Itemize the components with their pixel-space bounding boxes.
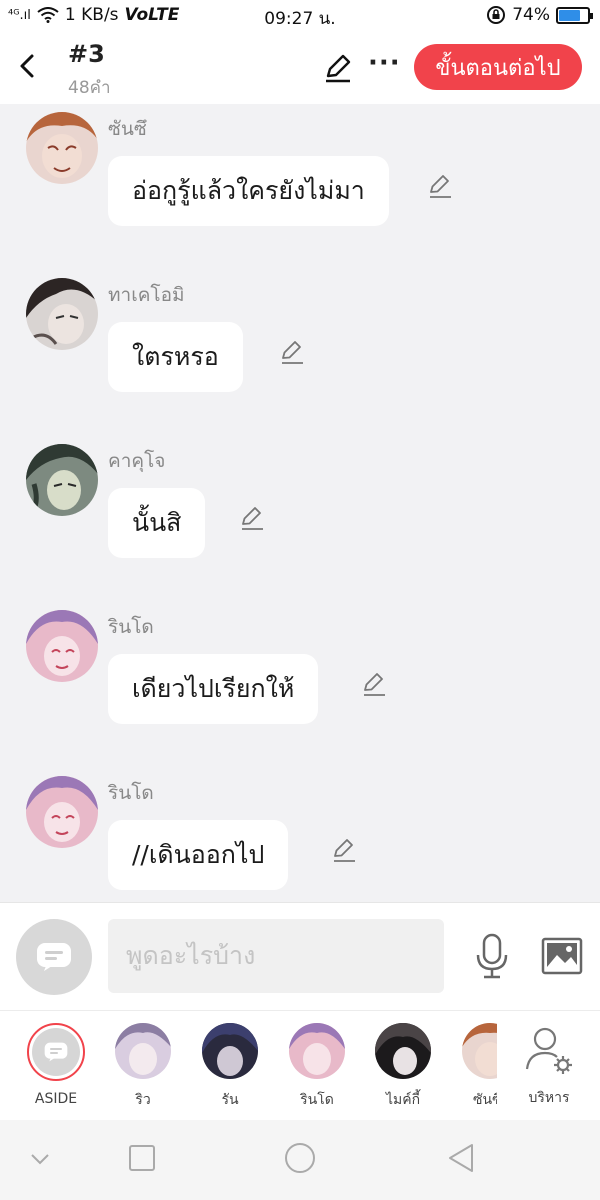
recents-square-icon[interactable] — [128, 1144, 156, 1172]
chat-message: คาคุโจ นั้นสิ — [0, 436, 600, 602]
speaker-name: รินโด — [108, 782, 154, 804]
composer: พูดอะไรบ้าง — [0, 902, 600, 1010]
message-input[interactable]: พูดอะไรบ้าง — [108, 919, 444, 993]
character-name: รินโด — [300, 1092, 334, 1108]
avatar — [202, 1023, 258, 1079]
user-settings-icon — [525, 1027, 572, 1074]
chat-bubble-icon — [44, 1042, 68, 1062]
status-right: 74% — [486, 5, 593, 25]
speaker-name: รินโด — [108, 616, 154, 638]
microphone-icon[interactable] — [474, 933, 510, 981]
pencil-icon[interactable] — [330, 836, 358, 864]
pencil-icon[interactable] — [238, 504, 266, 532]
aside-avatar — [27, 1023, 85, 1081]
battery-icon — [556, 6, 593, 24]
chat-message: ซันซึ อ่อกูรู้แล้วใครยังไม่มา — [0, 104, 600, 270]
pencil-icon[interactable] — [278, 338, 306, 366]
status-bar: ⁴ᴳ.ıl 1 KB/s VoLTE 09:27 น. 74% — [0, 0, 600, 32]
avatar[interactable] — [26, 444, 98, 516]
message-bubble[interactable]: นั้นสิ — [108, 488, 206, 558]
character-name: ซันซึ — [473, 1092, 497, 1108]
pencil-icon[interactable] — [426, 172, 454, 200]
character-aside[interactable]: ASIDE — [21, 1023, 91, 1107]
character-item[interactable]: ซันซึ — [455, 1023, 497, 1111]
character-bar: ASIDE ริว รัน รินโด ไมค์กี้ ซันซึ บริหาร — [0, 1010, 600, 1120]
chevron-left-icon[interactable] — [14, 48, 42, 84]
pencil-icon[interactable] — [360, 670, 388, 698]
next-step-button[interactable]: ขั้นตอนต่อไป — [414, 44, 582, 90]
word-count: 48คำ — [68, 78, 111, 98]
message-bubble[interactable]: //เดินออกไป — [108, 820, 289, 890]
avatar — [115, 1023, 171, 1079]
message-bubble[interactable]: เดียวไปเรียกให้ — [108, 654, 319, 724]
avatar[interactable] — [26, 112, 98, 184]
header: #3 48คำ ··· ขั้นตอนต่อไป — [0, 32, 600, 104]
manage-button[interactable]: บริหาร — [514, 1023, 584, 1109]
battery-percent: 74% — [512, 5, 550, 25]
message-bubble[interactable]: ใตรหรอ — [108, 322, 243, 392]
page-title: #3 — [68, 40, 105, 68]
speaker-name: คาคุโจ — [108, 450, 166, 472]
message-bubble[interactable]: อ่อกูรู้แล้วใครยังไม่มา — [108, 156, 389, 226]
character-name: ไมค์กี้ — [385, 1092, 421, 1108]
character-name: รัน — [221, 1092, 239, 1108]
system-nav-bar — [0, 1120, 600, 1200]
speaker-name: ทาเคโอมิ — [108, 284, 185, 306]
character-name: ASIDE — [34, 1091, 78, 1107]
character-item[interactable]: ไมค์กี้ — [368, 1023, 438, 1111]
chat-message: รินโด //เดินออกไป — [0, 768, 600, 902]
chat-message: ทาเคโอมิ ใตรหรอ — [0, 270, 600, 436]
chat-message: รินโด เดียวไปเรียกให้ — [0, 602, 600, 768]
speaker-name: ซันซึ — [108, 118, 147, 140]
pencil-icon[interactable] — [322, 52, 354, 84]
more-menu-button[interactable]: ··· — [368, 48, 401, 78]
avatar[interactable] — [26, 278, 98, 350]
character-item[interactable]: ริว — [108, 1023, 178, 1111]
chat-bubble-icon — [37, 943, 71, 971]
chat-list[interactable]: ซันซึ อ่อกูรู้แล้วใครยังไม่มา ทาเคโอมิ ใ… — [0, 104, 600, 902]
character-item[interactable]: รินโด — [282, 1023, 352, 1111]
avatar[interactable] — [26, 610, 98, 682]
avatar[interactable] — [26, 776, 98, 848]
home-circle-icon[interactable] — [284, 1142, 316, 1174]
character-name: บริหาร — [528, 1090, 570, 1106]
image-icon[interactable] — [541, 937, 583, 975]
back-triangle-icon[interactable] — [446, 1142, 476, 1174]
character-item[interactable]: รัน — [195, 1023, 265, 1111]
avatar — [289, 1023, 345, 1079]
avatar — [462, 1023, 497, 1079]
avatar — [375, 1023, 431, 1079]
aside-toggle-button[interactable] — [16, 919, 92, 995]
character-name: ริว — [135, 1092, 151, 1108]
chevron-down-icon[interactable] — [28, 1150, 52, 1168]
rotation-lock-icon — [487, 6, 506, 24]
